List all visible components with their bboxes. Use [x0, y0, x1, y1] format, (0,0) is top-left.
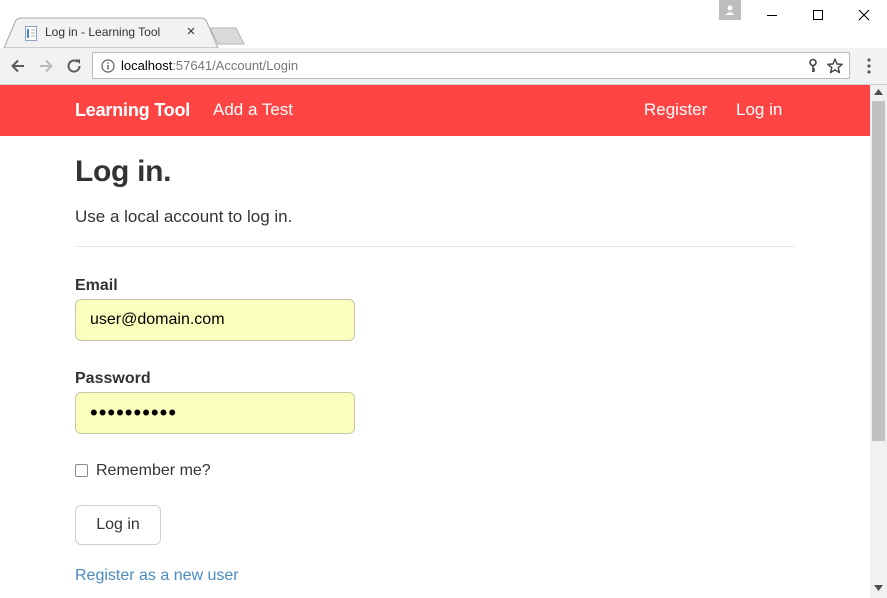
scroll-up-icon[interactable] [874, 89, 883, 95]
site-navbar: Learning Tool Add a Test Register Log in [0, 85, 870, 136]
brand-link[interactable]: Learning Tool [75, 100, 190, 121]
key-icon[interactable] [805, 58, 821, 74]
close-window-icon[interactable] [841, 0, 887, 30]
browser-toolbar: localhost:57641/Account/Login [0, 48, 887, 85]
page-viewport: Learning Tool Add a Test Register Log in… [0, 85, 870, 598]
url-host: localhost [121, 58, 173, 73]
password-field[interactable] [75, 392, 355, 434]
page-title: Log in. [75, 155, 172, 188]
email-field[interactable] [75, 299, 355, 341]
browser-titlebar: Log in - Learning Tool × [0, 0, 887, 48]
register-new-user-link[interactable]: Register as a new user [75, 567, 239, 585]
info-icon[interactable] [101, 59, 115, 73]
url-path: :57641/Account/Login [172, 58, 299, 73]
url-text[interactable]: localhost:57641/Account/Login [121, 58, 298, 73]
page-subtitle: Use a local account to log in. [75, 207, 293, 226]
scrollbar-thumb[interactable] [872, 101, 885, 441]
maximize-icon[interactable] [795, 0, 841, 30]
email-label: Email [75, 277, 118, 294]
bookmark-star-icon[interactable] [826, 57, 844, 75]
tab-title: Log in - Learning Tool [45, 25, 161, 39]
forward-arrow-icon[interactable] [37, 57, 55, 75]
scroll-down-icon[interactable] [874, 585, 883, 591]
vertical-scrollbar[interactable] [870, 85, 887, 598]
minimize-icon[interactable] [749, 0, 795, 30]
nav-login-link[interactable]: Log in [736, 100, 782, 120]
remember-me-label[interactable]: Remember me? [96, 462, 211, 480]
tab-close-icon[interactable]: × [184, 24, 198, 40]
nav-add-test-link[interactable]: Add a Test [213, 100, 293, 120]
kebab-menu-icon[interactable] [860, 57, 878, 75]
divider [75, 246, 795, 247]
login-submit-button[interactable]: Log in [75, 505, 161, 545]
profile-button[interactable] [719, 0, 741, 20]
back-arrow-icon[interactable] [9, 57, 27, 75]
nav-register-link[interactable]: Register [644, 100, 707, 120]
new-tab-button[interactable] [208, 26, 248, 46]
address-bar[interactable]: localhost:57641/Account/Login [92, 52, 850, 79]
user-icon [725, 5, 735, 15]
password-label: Password [75, 370, 151, 387]
page-icon [25, 26, 37, 41]
remember-me-checkbox[interactable] [75, 464, 88, 477]
reload-icon[interactable] [65, 57, 83, 75]
